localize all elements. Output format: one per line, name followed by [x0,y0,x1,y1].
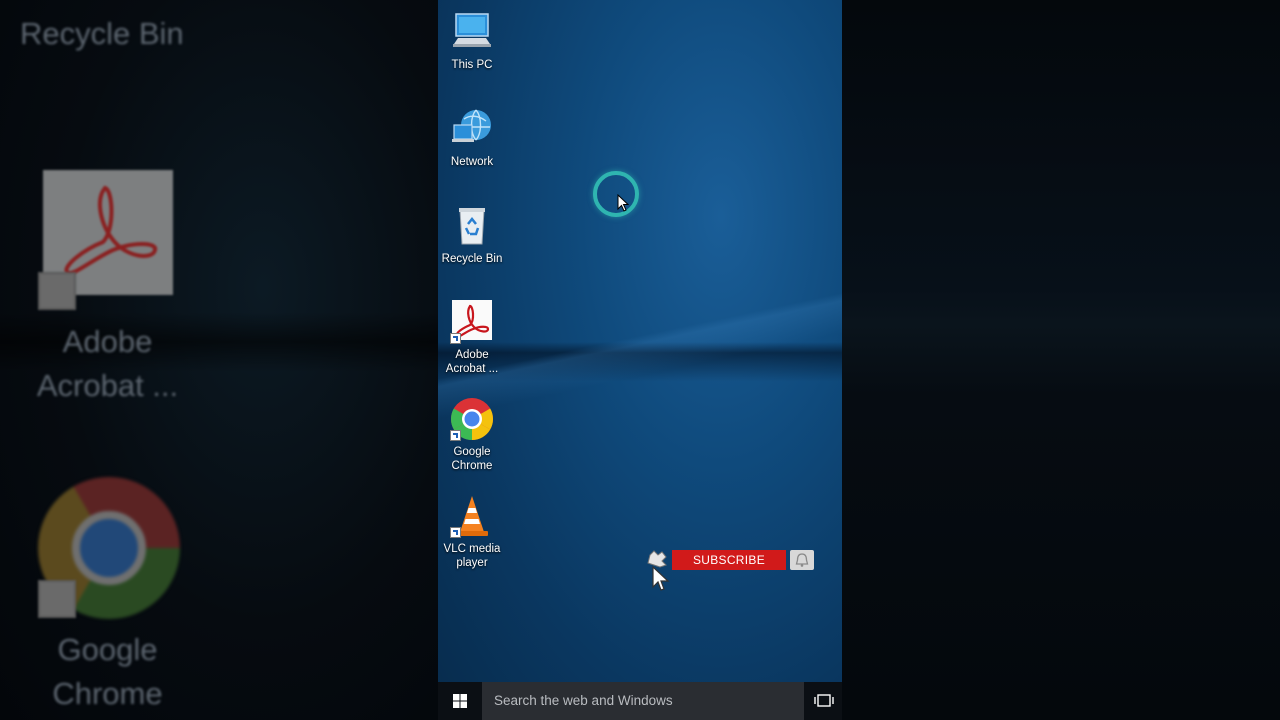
this-pc-icon [450,10,494,54]
right-blurred-panel [842,0,1280,720]
desktop-icon-network[interactable]: Network [438,107,506,169]
adobe-acrobat-icon [450,300,494,344]
vlc-cone-icon [450,494,494,538]
ghost-shortcut-arrow-icon [38,272,76,310]
left-blurred-panel: Recycle Bin Adobe Acrobat ... Google Chr… [0,0,438,720]
windows-logo-icon [453,694,467,708]
network-label: Network [450,156,494,168]
notification-bell-button[interactable] [790,550,814,570]
click-indicator-ring [593,171,639,217]
start-button[interactable] [438,682,482,720]
recycle-bin-icon [450,204,494,248]
taskbar: Search the web and Windows [438,682,842,720]
ghost-acrobat-label-line2: Acrobat ... [36,368,179,403]
desktop-icon-google-chrome[interactable]: Google Chrome [438,397,506,473]
ghost-chrome-label-line2: Chrome [52,676,163,711]
shortcut-arrow-icon [450,527,461,538]
taskbar-search-input[interactable]: Search the web and Windows [482,682,804,720]
shortcut-arrow-icon [450,430,461,441]
google-chrome-icon [450,397,494,441]
ghost-acrobat-label: Adobe Acrobat ... [20,320,195,408]
acrobat-label-line2: Acrobat ... [445,363,499,375]
desktop-icon-this-pc[interactable]: This PC [438,10,506,72]
mouse-cursor-icon [617,193,630,217]
ghost-shortcut-arrow-icon [38,580,76,618]
recycle-bin-label: Recycle Bin [441,253,503,265]
ghost-acrobat-label-line1: Adobe [62,324,153,359]
chrome-label-line2: Chrome [451,460,493,472]
ghost-chrome-label: Google Chrome [20,628,195,716]
hand-pointer-icon [642,549,674,596]
chrome-label-line1: Google [453,446,491,458]
task-view-button[interactable] [814,693,834,709]
subscribe-overlay: SUBSCRIBE [642,549,822,593]
desktop-icon-adobe-acrobat[interactable]: Adobe Acrobat ... [438,300,506,376]
network-icon [450,107,494,151]
desktop-icon-vlc[interactable]: VLC media player [438,494,506,570]
vlc-label-line2: player [456,557,488,569]
task-view-icon [814,694,834,707]
shortcut-arrow-icon [450,333,461,344]
desktop-icon-recycle-bin[interactable]: Recycle Bin [438,204,506,266]
ghost-chrome-label-line1: Google [57,632,158,667]
this-pc-label: This PC [451,59,493,71]
ghost-recycle-bin-label: Recycle Bin [20,16,184,51]
subscribe-button[interactable]: SUBSCRIBE [672,550,786,570]
acrobat-label-line1: Adobe [455,349,489,361]
desktop[interactable]: This PC Network Recycle Bin Adobe Acroba… [438,0,842,720]
vlc-label-line1: VLC media [443,543,501,555]
bell-icon [795,553,809,567]
